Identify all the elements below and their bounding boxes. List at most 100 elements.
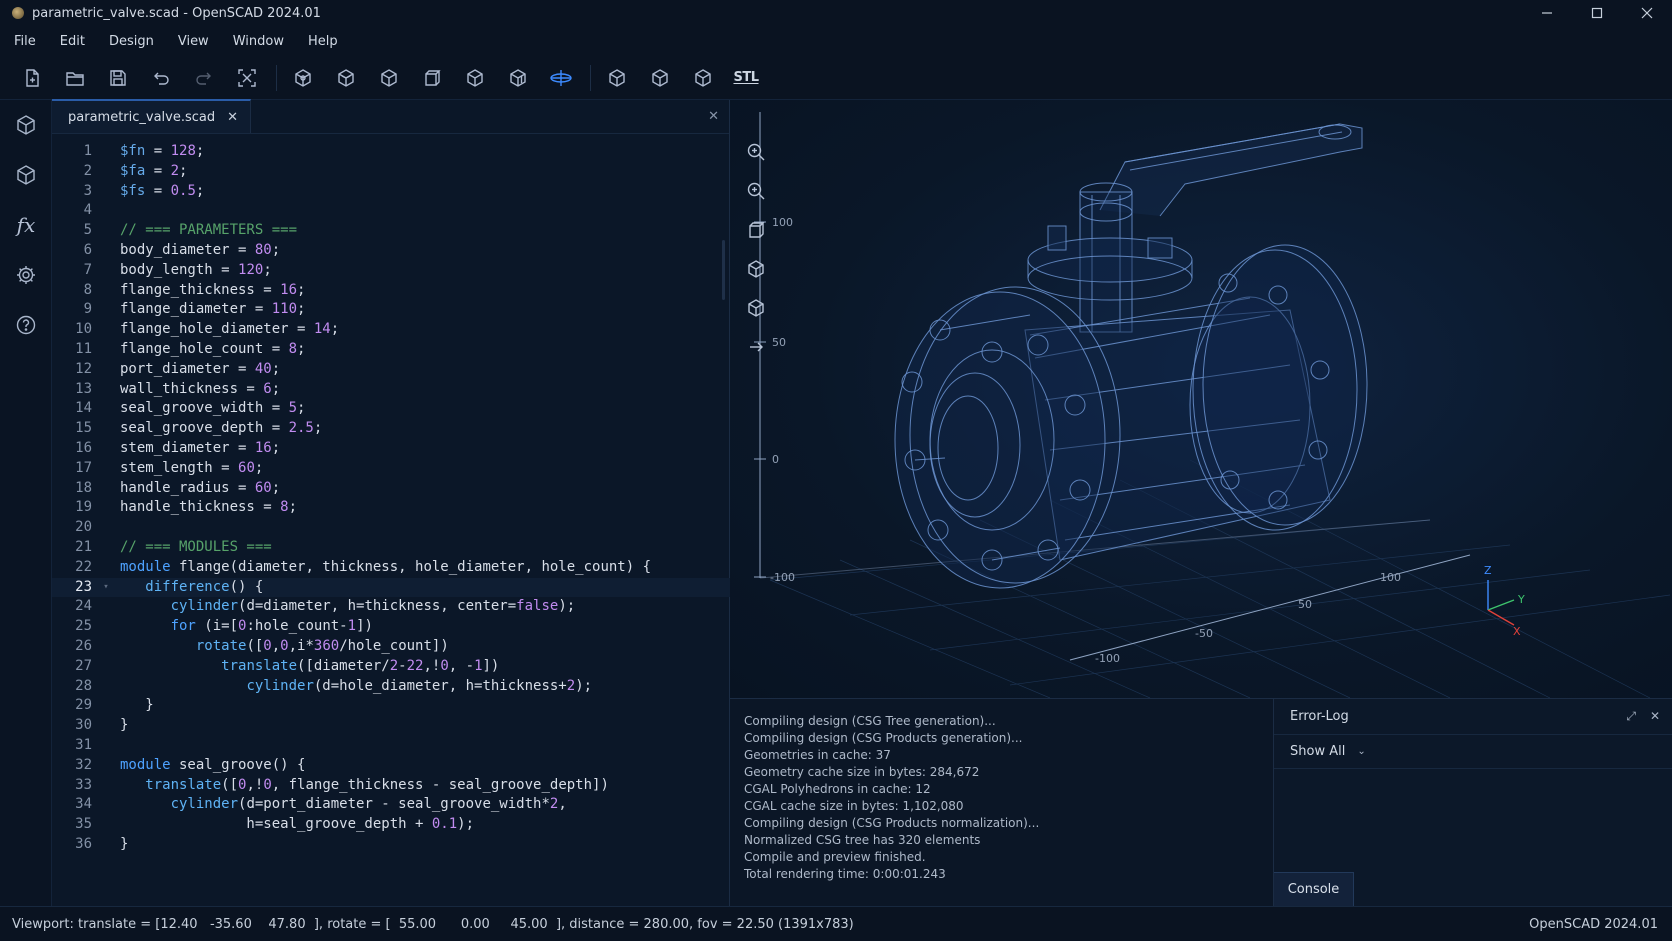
editor-close-icon[interactable]: ✕ (708, 109, 719, 124)
error-log-filter-select[interactable]: Show All ⌄ (1274, 735, 1672, 769)
code-line[interactable]: 20 (52, 518, 730, 538)
fold-marker[interactable] (92, 261, 120, 281)
orthogonal-button[interactable] (738, 249, 774, 288)
view-top-button[interactable] (373, 62, 405, 94)
code-line[interactable]: 2 $fa = 2; (52, 162, 730, 182)
fold-marker[interactable] (92, 498, 120, 518)
fold-marker[interactable] (92, 479, 120, 499)
fold-marker[interactable] (92, 637, 120, 657)
fold-marker[interactable] (92, 300, 120, 320)
code-line[interactable]: 5 // === PARAMETERS === (52, 221, 730, 241)
code-line[interactable]: 16 stem_diameter = 16; (52, 439, 730, 459)
fold-marker[interactable] (92, 736, 120, 756)
view-left-button[interactable] (459, 62, 491, 94)
view-right-button[interactable] (502, 62, 534, 94)
code-line[interactable]: 33 translate([0,!0, flange_thickness - s… (52, 776, 730, 796)
code-line[interactable]: 17 stem_length = 60; (52, 459, 730, 479)
tab-console[interactable]: Console (1274, 872, 1354, 906)
code-line[interactable]: 36} (52, 835, 730, 855)
new-file-button[interactable] (16, 62, 48, 94)
3d-viewport[interactable]: 100 50 0 -100 100 50 -50 -100 Z Y X (730, 100, 1672, 698)
code-line[interactable]: 7 body_length = 120; (52, 261, 730, 281)
undock-icon[interactable]: ⤢ (1626, 709, 1636, 724)
undo-button[interactable] (145, 62, 177, 94)
menu-window[interactable]: Window (233, 34, 284, 49)
export-stl-button[interactable]: STL (730, 62, 762, 94)
fold-marker[interactable] (92, 360, 120, 380)
fold-marker[interactable] (92, 795, 120, 815)
code-line[interactable]: 3 $fs = 0.5; (52, 182, 730, 202)
show-axes-button[interactable] (545, 62, 577, 94)
code-line[interactable]: 14 seal_groove_width = 5; (52, 399, 730, 419)
code-line[interactable]: 21 // === MODULES === (52, 538, 730, 558)
close-window-button[interactable] (1622, 0, 1672, 26)
code-line[interactable]: 1 $fn = 128; (52, 142, 730, 162)
code-line[interactable]: 10 flange_hole_diameter = 14; (52, 320, 730, 340)
code-line[interactable]: 15 seal_groove_depth = 2.5; (52, 419, 730, 439)
fold-marker[interactable] (92, 380, 120, 400)
fold-marker[interactable]: ▾ (92, 578, 120, 598)
code-area[interactable]: 1 $fn = 128; 2 $fa = 2; 3 $fs = 0.5; 4 5 // === … (52, 142, 730, 855)
tab-parametric-valve[interactable]: parametric_valve.scad ✕ (52, 99, 252, 133)
menu-help[interactable]: Help (308, 34, 338, 49)
render-button[interactable] (330, 62, 362, 94)
view-back-button[interactable] (601, 62, 633, 94)
fold-marker[interactable] (92, 597, 120, 617)
fold-marker[interactable] (92, 182, 120, 202)
menu-file[interactable]: File (14, 34, 36, 49)
fold-marker[interactable] (92, 241, 120, 261)
fold-marker[interactable] (92, 677, 120, 697)
fold-marker[interactable] (92, 776, 120, 796)
menu-edit[interactable]: Edit (60, 34, 85, 49)
code-line[interactable]: 25 for (i=[0:hole_count-1]) (52, 617, 730, 637)
sidebar-object-button[interactable] (0, 150, 52, 200)
fold-marker[interactable] (92, 518, 120, 538)
open-file-button[interactable] (59, 62, 91, 94)
fold-marker[interactable] (92, 221, 120, 241)
minimize-button[interactable] (1522, 0, 1572, 26)
code-line[interactable]: 19 handle_thickness = 8; (52, 498, 730, 518)
maximize-button[interactable] (1572, 0, 1622, 26)
menu-design[interactable]: Design (109, 34, 154, 49)
fold-marker[interactable] (92, 716, 120, 736)
fold-marker[interactable] (92, 439, 120, 459)
view-front-button[interactable] (416, 62, 448, 94)
code-line[interactable]: 22 module flange(diameter, thickness, hol… (52, 558, 730, 578)
code-line[interactable]: 34 cylinder(d=port_diameter - seal_groov… (52, 795, 730, 815)
code-line[interactable]: 4 (52, 201, 730, 221)
zoom-out-button[interactable] (738, 171, 774, 210)
code-line[interactable]: 8 flange_thickness = 16; (52, 281, 730, 301)
perspective-button[interactable] (738, 210, 774, 249)
fold-marker[interactable] (92, 340, 120, 360)
code-line[interactable]: 12 port_diameter = 40; (52, 360, 730, 380)
editor-scrollbar[interactable] (722, 240, 725, 300)
code-line[interactable]: 35 h=seal_groove_depth + 0.1); (52, 815, 730, 835)
zoom-in-button[interactable] (738, 132, 774, 171)
reset-view-button[interactable] (738, 288, 774, 327)
view-all-button[interactable] (231, 62, 263, 94)
redo-button[interactable] (188, 62, 220, 94)
fold-marker[interactable] (92, 558, 120, 578)
fold-marker[interactable] (92, 657, 120, 677)
code-line[interactable]: 9 flange_diameter = 110; (52, 300, 730, 320)
code-line[interactable]: 31 (52, 736, 730, 756)
code-line[interactable]: 28 cylinder(d=hole_diameter, h=thickness… (52, 677, 730, 697)
fold-marker[interactable] (92, 419, 120, 439)
fold-marker[interactable] (92, 538, 120, 558)
fold-marker[interactable] (92, 320, 120, 340)
sidebar-help-button[interactable] (0, 300, 52, 350)
code-line[interactable]: 27 translate([diameter/2-22,!0, -1]) (52, 657, 730, 677)
code-line[interactable]: 29 } (52, 696, 730, 716)
fold-marker[interactable] (92, 835, 120, 855)
save-button[interactable] (102, 62, 134, 94)
code-line[interactable]: 24 cylinder(d=diameter, h=thickness, cen… (52, 597, 730, 617)
code-line[interactable]: 6 body_diameter = 80; (52, 241, 730, 261)
fold-marker[interactable] (92, 281, 120, 301)
code-line[interactable]: 18 handle_radius = 60; (52, 479, 730, 499)
preview-button[interactable] (287, 62, 319, 94)
fold-marker[interactable] (92, 459, 120, 479)
fold-marker[interactable] (92, 399, 120, 419)
sidebar-settings-button[interactable] (0, 250, 52, 300)
tab-close-icon[interactable]: ✕ (227, 110, 238, 125)
code-line[interactable]: 30} (52, 716, 730, 736)
